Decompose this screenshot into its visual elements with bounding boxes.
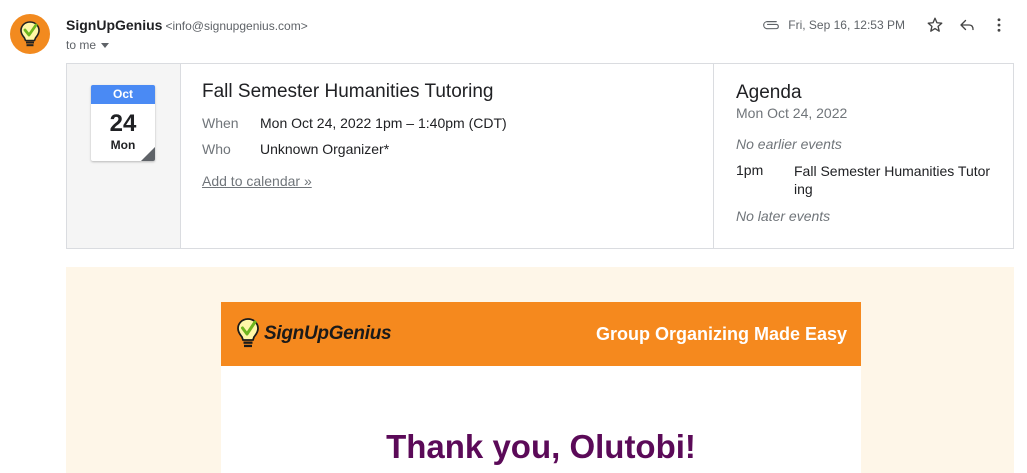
reply-button[interactable] <box>951 13 983 37</box>
recipient-label: to me <box>66 38 97 52</box>
sender-email: <info@signupgenius.com> <box>165 19 308 33</box>
banner-tagline: Group Organizing Made Easy <box>595 323 847 344</box>
who-value: Unknown Organizer* <box>260 141 390 157</box>
star-icon <box>927 17 943 32</box>
sender-name[interactable]: SignUpGenius <box>66 17 162 33</box>
add-to-calendar-link[interactable]: Add to calendar » <box>202 173 312 189</box>
paperclip-icon <box>763 21 780 30</box>
message-meta: Fri, Sep 16, 12:53 PM <box>762 13 1015 37</box>
when-label: When <box>202 115 239 131</box>
chevron-down-icon <box>101 43 110 48</box>
recipient-toggle[interactable]: to me <box>66 38 110 52</box>
invite-details: Fall Semester Humanities Tutoring When M… <box>181 64 714 248</box>
agenda-title: Agenda <box>736 82 802 103</box>
agenda-panel: Agenda Mon Oct 24, 2022 No earlier event… <box>714 64 1013 248</box>
when-value: Mon Oct 24, 2022 1pm – 1:40pm (CDT) <box>260 115 507 131</box>
sender-avatar[interactable] <box>10 14 50 54</box>
star-button[interactable] <box>919 13 951 37</box>
thank-you-heading: Thank you, Olutobi! <box>386 428 696 465</box>
page-fold-icon <box>141 147 155 161</box>
agenda-event-time: 1pm <box>736 162 764 178</box>
lightbulb-logo-icon <box>237 318 259 348</box>
calendar-day: 24 <box>109 110 137 137</box>
calendar-date-icon: Oct 24 Mon <box>91 85 155 161</box>
event-who-row: Who Unknown Organizer* <box>202 141 692 157</box>
reply-icon <box>960 19 974 31</box>
agenda-event-title: Fall Semester Humanities Tutoring <box>794 163 991 197</box>
signupgenius-logo[interactable]: SignUpGenius <box>234 317 392 351</box>
message-timestamp: Fri, Sep 16, 12:53 PM <box>788 18 905 32</box>
event-when-row: When Mon Oct 24, 2022 1pm – 1:40pm (CDT) <box>202 115 692 131</box>
agenda-date: Mon Oct 24, 2022 <box>736 105 848 121</box>
logo-wordmark: SignUpGenius <box>264 323 392 344</box>
no-later-events: No later events <box>736 208 831 224</box>
sender-line: SignUpGenius <info@signupgenius.com> <box>66 17 308 33</box>
calendar-invite-card: Oct 24 Mon Fall Semester Humanities Tuto… <box>66 63 1014 249</box>
who-label: Who <box>202 141 231 157</box>
more-vert-icon <box>997 18 1001 32</box>
agenda-event-row[interactable]: 1pm Fall Semester Humanities Tutoring <box>736 162 991 198</box>
email-content-card: SignUpGenius Group Organizing Made Easy … <box>221 302 861 473</box>
email-header-banner: SignUpGenius Group Organizing Made Easy <box>221 302 861 366</box>
calendar-month: Oct <box>91 85 155 104</box>
invite-date-panel: Oct 24 Mon <box>67 64 181 248</box>
no-earlier-events: No earlier events <box>736 136 842 152</box>
event-title: Fall Semester Humanities Tutoring <box>202 81 494 102</box>
lightbulb-logo-icon <box>20 21 40 47</box>
more-options-button[interactable] <box>983 13 1015 37</box>
